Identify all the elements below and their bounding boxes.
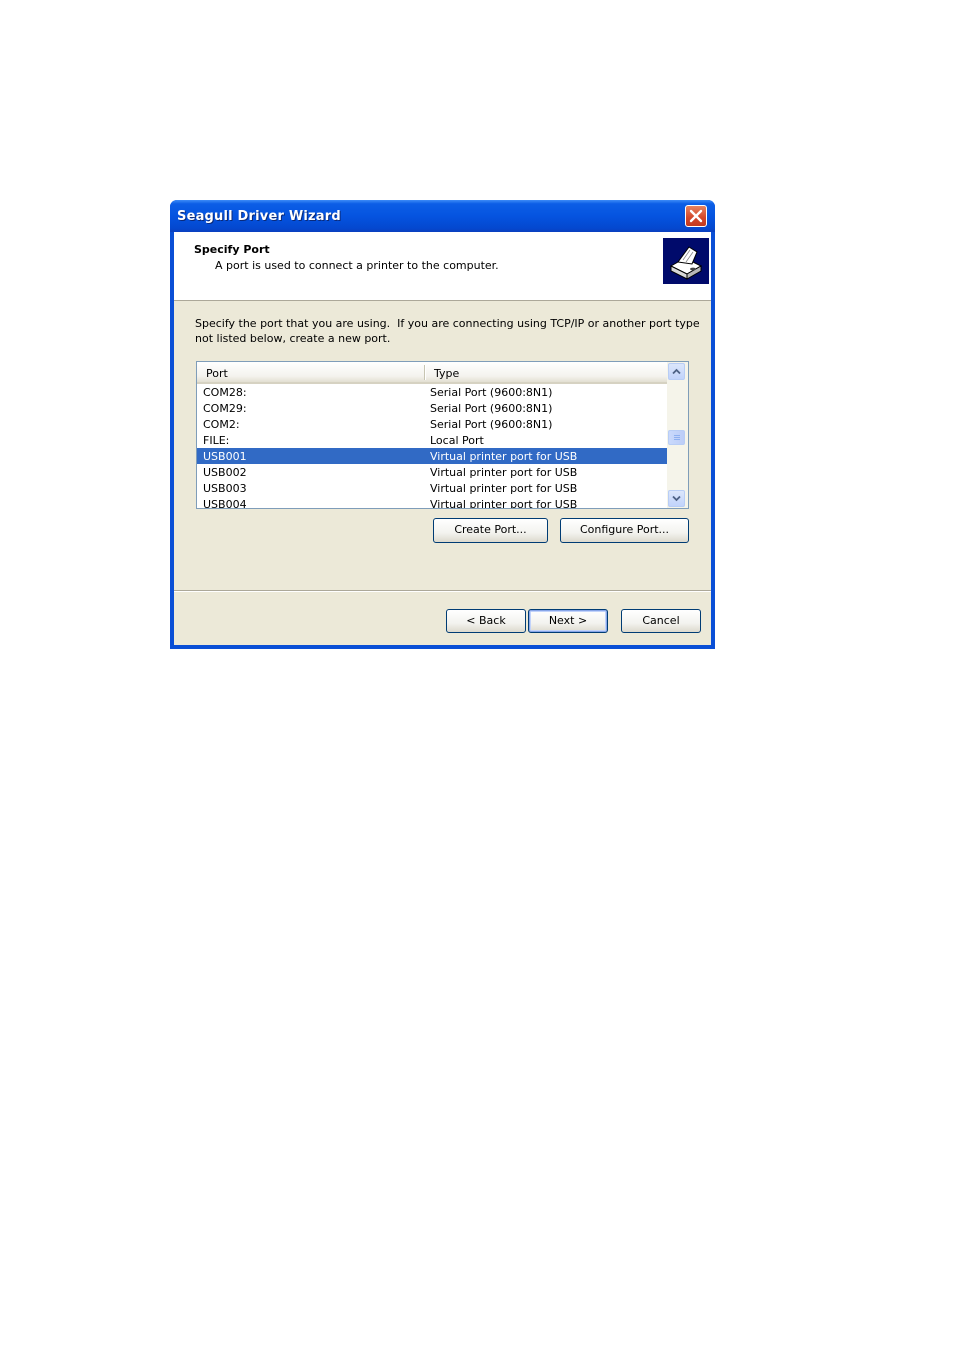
close-button[interactable]: [685, 205, 707, 227]
vertical-scrollbar[interactable]: [667, 362, 688, 508]
create-port-button[interactable]: Create Port...: [433, 518, 548, 543]
wizard-header: Specify Port A port is used to connect a…: [174, 232, 711, 301]
column-header-port[interactable]: Port: [206, 367, 228, 380]
list-item-selected[interactable]: USB001 Virtual printer port for USB: [197, 448, 667, 464]
cancel-button[interactable]: Cancel: [621, 609, 701, 633]
scroll-up-button[interactable]: [668, 363, 685, 380]
port-list[interactable]: Port Type COM28: Serial Port (9600:8N1) C…: [196, 361, 689, 509]
chevron-up-icon: [672, 368, 681, 375]
page-title: Specify Port: [194, 243, 270, 256]
title-bar[interactable]: Seagull Driver Wizard: [170, 200, 715, 232]
scroll-thumb[interactable]: [668, 430, 685, 445]
list-item[interactable]: USB003 Virtual printer port for USB: [197, 480, 667, 496]
scroll-down-button[interactable]: [668, 490, 685, 507]
divider: [174, 590, 711, 592]
page-subtitle: A port is used to connect a printer to t…: [215, 259, 499, 272]
instructions-text: Specify the port that you are using. If …: [195, 317, 700, 345]
list-item[interactable]: FILE: Local Port: [197, 432, 667, 448]
next-button[interactable]: Next >: [528, 609, 608, 633]
port-list-header: Port Type: [197, 362, 667, 384]
window-title: Seagull Driver Wizard: [177, 209, 341, 224]
column-header-type[interactable]: Type: [434, 367, 459, 380]
chevron-down-icon: [672, 495, 681, 502]
wizard-body: Specify Port A port is used to connect a…: [174, 232, 711, 645]
close-icon: [689, 209, 703, 223]
back-button[interactable]: < Back: [446, 609, 526, 633]
port-list-rows: COM28: Serial Port (9600:8N1) COM29: Seria…: [197, 384, 667, 508]
list-item[interactable]: USB004 Virtual printer port for USB: [197, 496, 667, 508]
wizard-window: Seagull Driver Wizard Specify Port A por…: [170, 200, 715, 649]
list-item[interactable]: COM2: Serial Port (9600:8N1): [197, 416, 667, 432]
list-item[interactable]: COM28: Serial Port (9600:8N1): [197, 384, 667, 400]
list-item[interactable]: USB002 Virtual printer port for USB: [197, 464, 667, 480]
configure-port-button[interactable]: Configure Port...: [560, 518, 689, 543]
printer-icon: [663, 238, 709, 284]
list-item[interactable]: COM29: Serial Port (9600:8N1): [197, 400, 667, 416]
column-separator[interactable]: [424, 365, 426, 380]
